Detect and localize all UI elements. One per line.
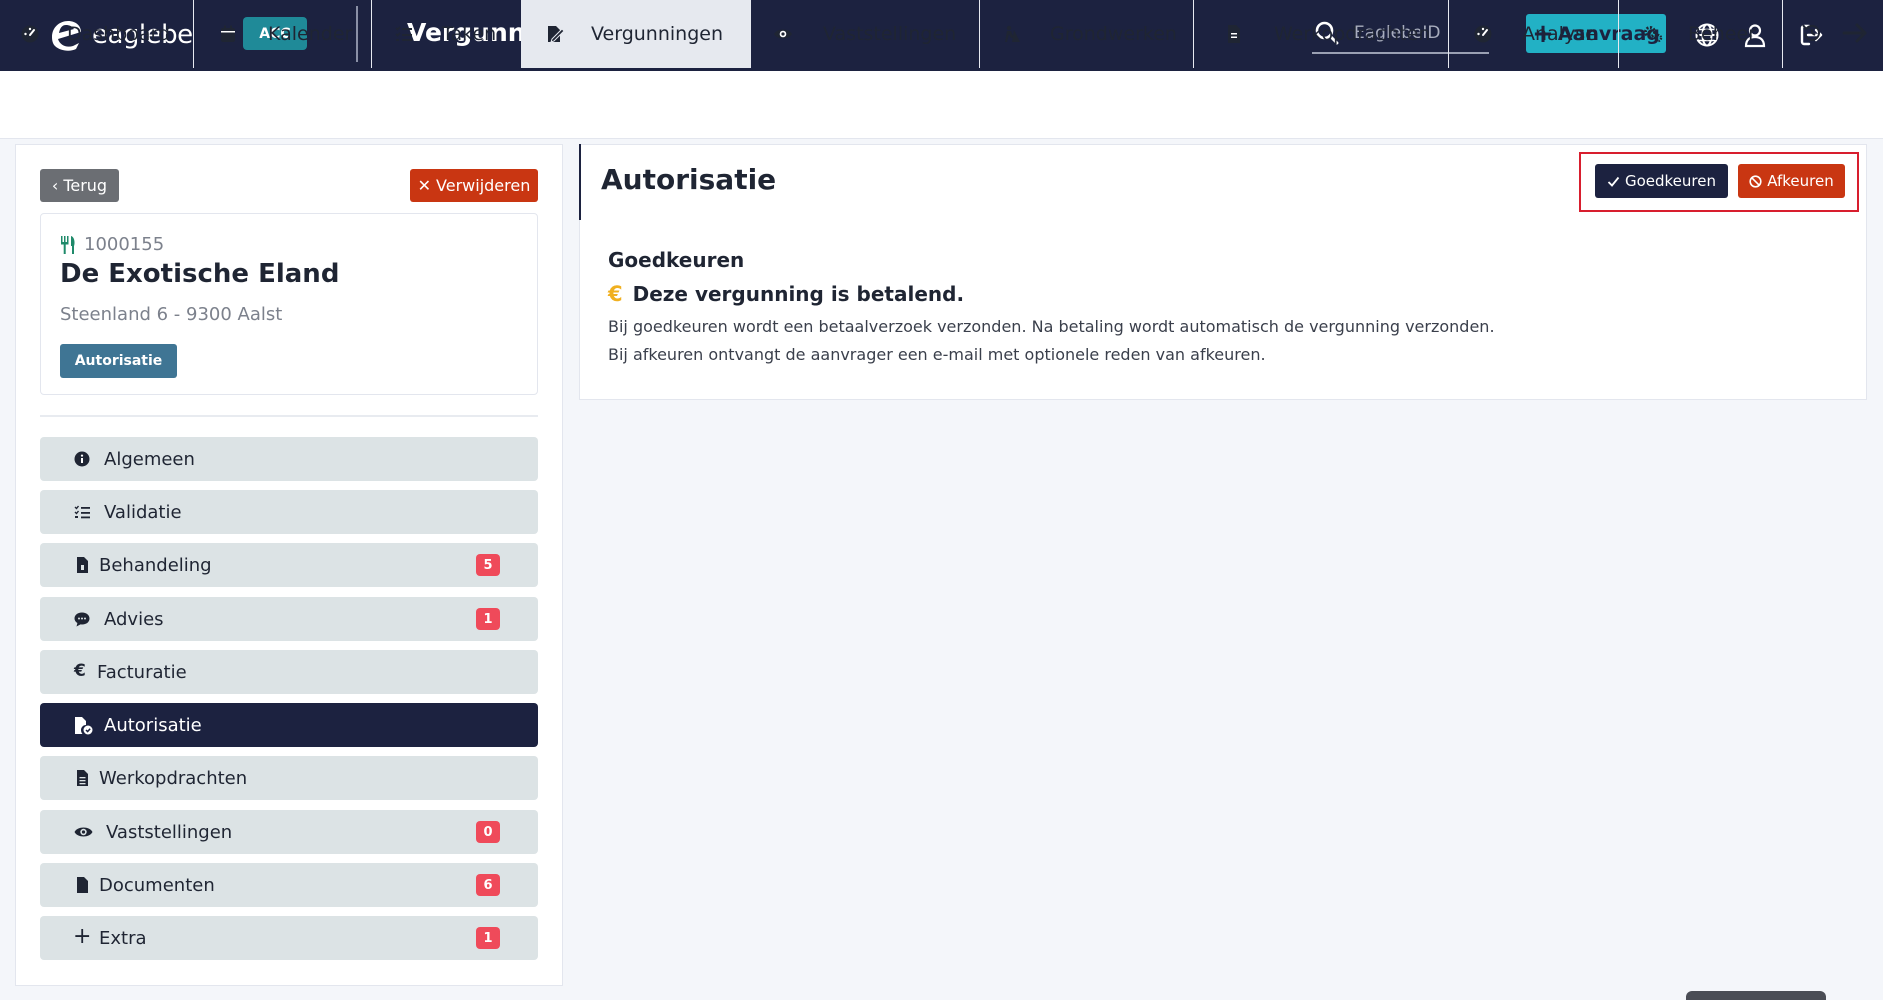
menu-label: Vaststellingen	[106, 822, 233, 843]
count-badge: 0	[476, 821, 500, 843]
menu-label: Autorisatie	[104, 715, 202, 736]
delete-label: Verwijderen	[436, 176, 531, 195]
main-nav	[0, 71, 1883, 139]
payment-notice-text: Deze vergunning is betalend.	[632, 282, 965, 306]
reject-label: Afkeuren	[1767, 172, 1834, 190]
eye-icon	[774, 29, 792, 39]
nav-item-werkopdrachten[interactable]: Werkopdrachten	[1194, 0, 1449, 68]
comment-icon	[74, 612, 90, 627]
nav-label: Dashboard	[67, 23, 171, 45]
nav-item-taken[interactable]: Taken	[372, 0, 522, 68]
tasks-icon	[395, 26, 412, 41]
file-icon	[77, 877, 88, 893]
menu-item-advies[interactable]: Advies 1	[40, 597, 538, 641]
checklist-icon	[74, 505, 90, 519]
title-accent-bar	[579, 144, 581, 220]
permit-icon	[548, 26, 565, 43]
eye-icon	[74, 827, 93, 837]
file-icon	[77, 557, 88, 573]
count-badge: 5	[476, 554, 500, 576]
section-title: Goedkeuren	[608, 248, 745, 272]
payment-notice: € Deze vergunning is betalend.	[608, 282, 964, 306]
menu-item-werkopdrachten[interactable]: Werkopdrachten	[40, 756, 538, 800]
approve-label: Goedkeuren	[1624, 172, 1716, 190]
calendar-icon	[221, 25, 235, 42]
page-title: Autorisatie	[601, 163, 777, 196]
count-badge: 6	[476, 874, 500, 896]
nav-item-kalender[interactable]: Kalender	[194, 0, 372, 68]
document-icon	[77, 770, 88, 786]
nav-item-vergunningen[interactable]: Vergunningen	[522, 0, 751, 68]
nav-label: Grondwerken	[1050, 23, 1177, 45]
menu-label: Advies	[104, 609, 164, 630]
nav-label: Vergunningen	[591, 23, 723, 45]
gears-icon	[1644, 26, 1663, 43]
approve-button[interactable]: Goedkeuren	[1595, 164, 1728, 198]
back-button[interactable]: ‹ Terug	[40, 169, 119, 202]
restaurant-icon	[61, 235, 75, 254]
file-check-icon	[75, 717, 93, 735]
approve-explanation: Bij goedkeuren wordt een betaalverzoek v…	[608, 317, 1495, 336]
menu-item-algemeen[interactable]: Algemeen	[40, 437, 538, 481]
history-icon[interactable]	[1801, 22, 1823, 44]
nav-label: Taken	[442, 23, 497, 45]
nav-label: Kalender	[268, 23, 353, 45]
nav-label: Werkopdrachten	[1274, 23, 1431, 45]
arrow-right-icon[interactable]	[1842, 22, 1868, 44]
sidebar-divider	[40, 415, 538, 417]
count-badge: 1	[476, 608, 500, 630]
reject-button[interactable]: Afkeuren	[1738, 164, 1845, 198]
delete-button[interactable]: ✕ Verwijderen	[410, 169, 538, 202]
digging-icon	[1005, 25, 1020, 42]
menu-item-documenten[interactable]: Documenten 6	[40, 863, 538, 907]
establishment-address: Steenland 6 - 9300 Aalst	[60, 304, 283, 325]
nav-label: Analyse	[1522, 23, 1597, 45]
ban-icon	[1749, 174, 1762, 188]
menu-label: Facturatie	[97, 662, 187, 683]
nav-label: Beheer	[1688, 23, 1756, 45]
reject-explanation: Bij afkeuren ontvangt de aanvrager een e…	[608, 345, 1266, 364]
nav-item-analyse[interactable]: Analyse	[1449, 0, 1619, 68]
menu-item-facturatie[interactable]: € Facturatie	[40, 650, 538, 694]
back-label: Terug	[63, 176, 108, 195]
menu-label: Validatie	[104, 502, 182, 523]
menu-label: Werkopdrachten	[99, 768, 248, 789]
menu-label: Algemeen	[104, 449, 195, 470]
dashboard-icon	[21, 25, 39, 43]
menu-item-extra[interactable]: + Extra 1	[40, 916, 538, 960]
menu-label: Behandeling	[99, 555, 212, 576]
menu-item-validatie[interactable]: Validatie	[40, 490, 538, 534]
status-badge: Autorisatie	[60, 344, 177, 378]
chevron-left-icon: ‹	[51, 176, 59, 195]
nav-item-dashboard[interactable]: Dashboard	[0, 0, 194, 68]
menu-item-behandeling[interactable]: Behandeling 5	[40, 543, 538, 587]
nav-item-vaststellingen[interactable]: Vaststellingen	[751, 0, 980, 68]
close-icon: ✕	[417, 176, 432, 195]
establishment-name: De Exotische Eland	[60, 259, 340, 289]
permit-card: 1000155 De Exotische Eland Steenland 6 -…	[40, 213, 538, 395]
plus-icon: +	[73, 924, 92, 949]
bottom-edge-tab[interactable]	[1686, 991, 1826, 1000]
menu-item-vaststellingen[interactable]: Vaststellingen 0	[40, 810, 538, 854]
analysis-icon	[1474, 25, 1492, 43]
menu-item-autorisatie[interactable]: Autorisatie	[40, 703, 538, 747]
info-icon	[74, 451, 90, 467]
count-badge: 1	[476, 927, 500, 949]
menu-label: Documenten	[99, 875, 215, 896]
document-icon	[1228, 25, 1240, 43]
nav-item-grondwerken[interactable]: Grondwerken	[980, 0, 1194, 68]
nav-item-beheer[interactable]: Beheer	[1619, 0, 1783, 68]
check-icon	[1607, 176, 1620, 187]
permit-id: 1000155	[60, 234, 164, 255]
nav-label: Vaststellingen	[823, 23, 957, 45]
permit-id-text: 1000155	[84, 234, 165, 255]
euro-icon: €	[74, 661, 86, 681]
menu-label: Extra	[99, 928, 147, 949]
euro-icon: €	[608, 282, 623, 306]
